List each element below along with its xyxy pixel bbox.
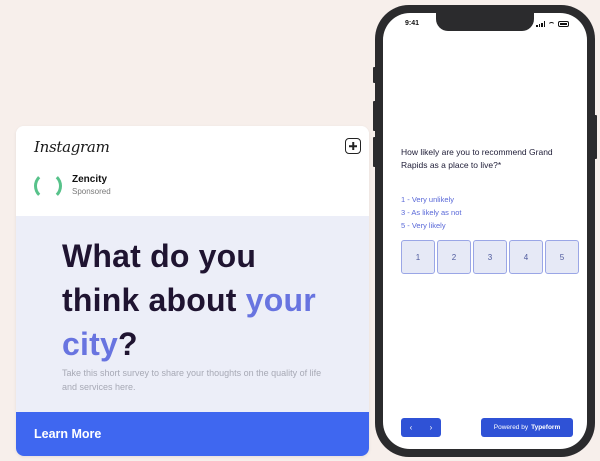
- volume-down-button: [373, 137, 376, 167]
- ad-creative: What do you think about your city? Take …: [16, 216, 369, 412]
- previous-arrow-icon[interactable]: ‹: [403, 423, 419, 432]
- survey-navigation: ‹ ›: [401, 418, 441, 437]
- survey-question: How likely are you to recommend Grand Ra…: [401, 147, 553, 170]
- new-post-icon[interactable]: [345, 138, 361, 154]
- headline-accent-your: your: [245, 282, 316, 318]
- account-name: Zencity: [72, 174, 108, 185]
- rating-option-4[interactable]: 4: [509, 240, 543, 274]
- headline-accent-city: city: [62, 326, 118, 362]
- next-arrow-icon[interactable]: ›: [423, 423, 439, 432]
- phone-mockup: 9:41 How likely are you to recommend Gra…: [373, 5, 597, 457]
- rating-option-5[interactable]: 5: [545, 240, 579, 274]
- wifi-icon: [548, 21, 555, 27]
- legend-item: 5 - Very likely: [401, 221, 446, 230]
- headline-line2: think about: [62, 282, 237, 318]
- rating-option-1[interactable]: 1: [401, 240, 435, 274]
- typeform-brand: Typeform: [531, 424, 561, 431]
- scene: Instagram Zencity Sponsored What do you …: [0, 0, 600, 461]
- status-icons: [536, 21, 569, 27]
- legend-item: 3 - As likely as not: [401, 208, 462, 217]
- legend-item: 1 - Very unlikely: [401, 195, 454, 204]
- ad-header: Instagram Zencity Sponsored: [16, 126, 369, 216]
- ad-headline: What do you think about your city?: [62, 234, 316, 366]
- learn-more-button[interactable]: Learn More: [16, 412, 369, 456]
- volume-up-button: [373, 101, 376, 131]
- rating-scale: 1 2 3 4 5: [401, 240, 579, 274]
- powered-by-prefix: Powered by: [493, 424, 529, 431]
- instagram-ad-card: Instagram Zencity Sponsored What do you …: [16, 126, 369, 456]
- instagram-logo: Instagram: [34, 138, 110, 156]
- headline-question-mark: ?: [117, 326, 138, 362]
- scale-legend: 1 - Very unlikely 3 - As likely as not 5…: [401, 193, 461, 232]
- powered-by-typeform-button[interactable]: Powered by Typeform: [481, 418, 573, 437]
- rating-option-3[interactable]: 3: [473, 240, 507, 274]
- ad-subtext: Take this short survey to share your tho…: [62, 368, 322, 392]
- power-button: [594, 115, 597, 159]
- sponsor-account[interactable]: Zencity Sponsored: [34, 172, 111, 200]
- avatar: [34, 172, 62, 200]
- rating-option-2[interactable]: 2: [437, 240, 471, 274]
- silent-switch: [373, 67, 376, 83]
- sponsored-label: Sponsored: [72, 187, 111, 196]
- phone-notch: [436, 13, 534, 31]
- status-time: 9:41: [405, 20, 420, 27]
- phone-screen: 9:41 How likely are you to recommend Gra…: [383, 13, 587, 449]
- headline-line1: What do you: [62, 238, 257, 274]
- battery-icon: [558, 21, 569, 27]
- signal-icon: [536, 21, 545, 27]
